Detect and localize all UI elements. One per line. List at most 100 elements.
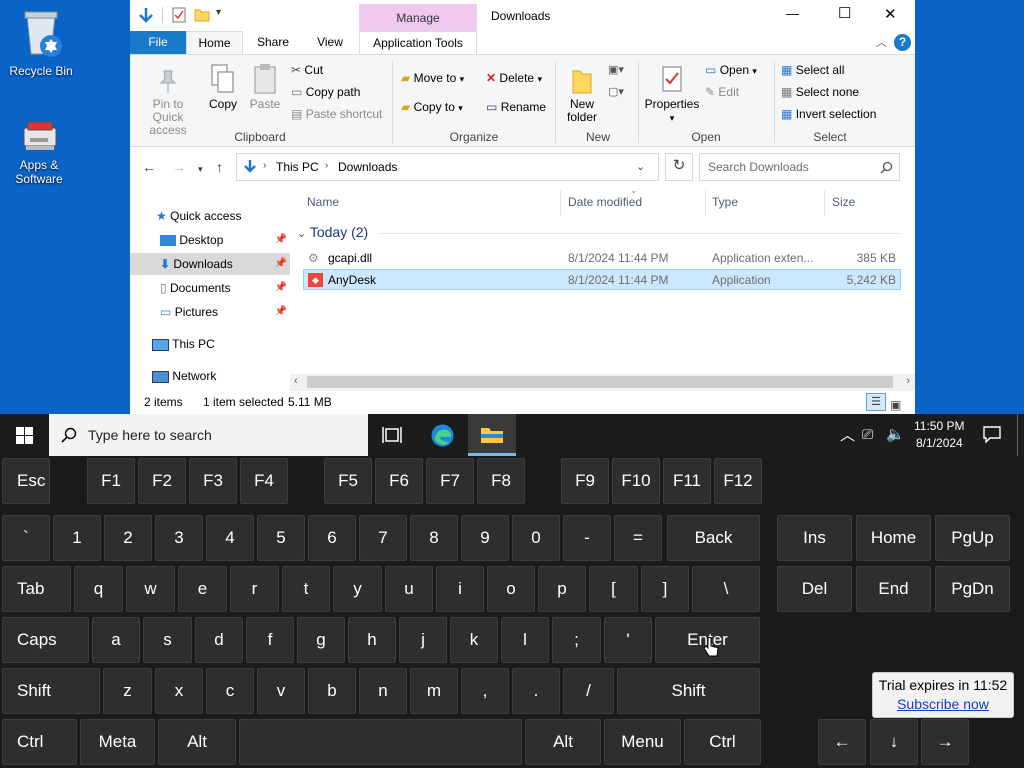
- maximize-button[interactable]: ☐: [838, 4, 851, 22]
- nav-downloads[interactable]: ⬇ Downloads 📌: [130, 253, 290, 275]
- key-back[interactable]: Back: [667, 515, 760, 561]
- key-sym12[interactable]: =: [614, 515, 662, 561]
- key-esc[interactable]: Esc: [2, 458, 50, 504]
- nav-desktop[interactable]: Desktop 📌: [160, 229, 287, 251]
- notifications-icon[interactable]: [983, 426, 1001, 443]
- key-f9[interactable]: F9: [561, 458, 609, 504]
- details-view-icon[interactable]: ☰: [866, 393, 886, 411]
- breadcrumb-downloads[interactable]: Downloads: [338, 160, 397, 174]
- recent-locations-icon[interactable]: ▾: [198, 161, 203, 177]
- key-3[interactable]: 3: [155, 515, 203, 561]
- key-f6[interactable]: F6: [375, 458, 423, 504]
- tab-view[interactable]: View: [308, 31, 352, 54]
- tab-home[interactable]: Home: [186, 31, 243, 55]
- new-folder-button[interactable]: New folder: [562, 65, 602, 124]
- nav-documents[interactable]: ▯ Documents 📌: [160, 277, 287, 299]
- key-i[interactable]: i: [436, 566, 484, 612]
- key-x[interactable]: x: [155, 668, 203, 714]
- key-sym10[interactable]: /: [563, 668, 614, 714]
- key-sym10[interactable]: ;: [552, 617, 601, 663]
- key-7[interactable]: 7: [359, 515, 407, 561]
- key-8[interactable]: 8: [410, 515, 458, 561]
- key-f11[interactable]: F11: [663, 458, 711, 504]
- key-sym8[interactable]: ↓: [870, 719, 918, 765]
- key-l[interactable]: l: [501, 617, 549, 663]
- key-9[interactable]: 9: [461, 515, 509, 561]
- taskbar-search-box[interactable]: Type here to search: [49, 414, 368, 456]
- paste-shortcut-button[interactable]: ▤ Paste shortcut: [291, 107, 382, 121]
- key-caps[interactable]: Caps: [2, 617, 89, 663]
- key-t[interactable]: t: [282, 566, 330, 612]
- move-to-button[interactable]: ▰ Move to ▾: [401, 71, 464, 85]
- volume-icon[interactable]: 🔈: [886, 425, 905, 443]
- key-space[interactable]: [239, 719, 522, 765]
- tab-share[interactable]: Share: [250, 31, 296, 54]
- show-hidden-icons-icon[interactable]: ︿: [840, 424, 855, 445]
- task-view-icon[interactable]: [382, 426, 402, 444]
- key-f8[interactable]: F8: [477, 458, 525, 504]
- key-z[interactable]: z: [103, 668, 152, 714]
- column-header-date[interactable]: Date modified: [568, 195, 642, 209]
- key-q[interactable]: q: [74, 566, 123, 612]
- key-0[interactable]: 0: [512, 515, 560, 561]
- key-c[interactable]: c: [206, 668, 254, 714]
- key-ctrl[interactable]: Ctrl: [2, 719, 77, 765]
- search-input[interactable]: Search Downloads: [708, 160, 809, 174]
- column-header-type[interactable]: Type: [712, 195, 738, 209]
- key-r[interactable]: r: [230, 566, 279, 612]
- key-v[interactable]: v: [257, 668, 305, 714]
- desktop-icon-apps-software[interactable]: Apps & Software: [0, 118, 78, 186]
- key-4[interactable]: 4: [206, 515, 254, 561]
- key-del[interactable]: Del: [777, 566, 852, 612]
- scroll-right-icon[interactable]: ›: [906, 375, 910, 387]
- invert-selection-button[interactable]: ▦ Invert selection: [781, 107, 876, 121]
- desktop-icon-recycle-bin[interactable]: Recycle Bin: [2, 8, 80, 78]
- copy-to-button[interactable]: ▰ Copy to ▾: [401, 100, 463, 114]
- key-u[interactable]: u: [385, 566, 433, 612]
- forward-icon[interactable]: →: [172, 159, 186, 175]
- file-row-anydesk[interactable]: ◆ AnyDesk 8/1/2024 11:44 PM Application …: [303, 269, 901, 290]
- properties-qat-icon[interactable]: [172, 7, 186, 23]
- cut-button[interactable]: ✂ Cut: [291, 63, 323, 77]
- nav-quick-access[interactable]: ★ Quick access: [156, 205, 241, 227]
- key-sym8[interactable]: ,: [461, 668, 509, 714]
- close-button[interactable]: ✕: [884, 5, 897, 23]
- key-sym13[interactable]: \: [692, 566, 760, 612]
- windows-start-icon[interactable]: [16, 427, 33, 444]
- key-sym0[interactable]: `: [2, 515, 50, 561]
- key-menu[interactable]: Menu: [604, 719, 681, 765]
- key-e[interactable]: e: [178, 566, 227, 612]
- select-none-button[interactable]: ▦ Select none: [781, 85, 859, 99]
- key-sym7[interactable]: ←: [818, 719, 866, 765]
- key-ctrl[interactable]: Ctrl: [684, 719, 761, 765]
- new-item-button[interactable]: ▣▾: [608, 63, 624, 76]
- nav-network[interactable]: Network: [152, 365, 216, 387]
- show-desktop-button[interactable]: [1017, 414, 1018, 456]
- large-icons-view-icon[interactable]: ▣: [890, 394, 901, 414]
- address-dropdown-icon[interactable]: ⌄: [636, 160, 645, 173]
- file-row-gcapi[interactable]: ⚙ gcapi.dll 8/1/2024 11:44 PM Applicatio…: [303, 248, 901, 269]
- new-folder-qat-icon[interactable]: [194, 7, 210, 22]
- key-f12[interactable]: F12: [714, 458, 762, 504]
- taskbar-search-input[interactable]: Type here to search: [88, 427, 212, 443]
- key-meta[interactable]: Meta: [80, 719, 155, 765]
- copy-path-button[interactable]: ▭ Copy path: [291, 85, 360, 99]
- properties-button[interactable]: Properties ▾: [643, 65, 701, 125]
- paste-button[interactable]: Paste: [248, 63, 282, 111]
- key-n[interactable]: n: [359, 668, 407, 714]
- refresh-icon[interactable]: ↻: [665, 153, 693, 181]
- horizontal-scrollbar[interactable]: ‹ ›: [290, 374, 915, 391]
- key-shift[interactable]: Shift: [2, 668, 100, 714]
- select-all-button[interactable]: ▦ Select all: [781, 63, 844, 77]
- key-pgdn[interactable]: PgDn: [935, 566, 1010, 612]
- key-1[interactable]: 1: [53, 515, 101, 561]
- collapse-ribbon-icon[interactable]: ︿: [876, 34, 887, 50]
- key-j[interactable]: j: [399, 617, 447, 663]
- clock-date[interactable]: 8/1/2024: [916, 436, 963, 450]
- file-explorer-taskbar-button[interactable]: [468, 414, 516, 456]
- key-sym11[interactable]: ': [604, 617, 652, 663]
- key-o[interactable]: o: [487, 566, 535, 612]
- key-b[interactable]: b: [308, 668, 356, 714]
- key-ins[interactable]: Ins: [777, 515, 852, 561]
- key-tab[interactable]: Tab: [2, 566, 71, 612]
